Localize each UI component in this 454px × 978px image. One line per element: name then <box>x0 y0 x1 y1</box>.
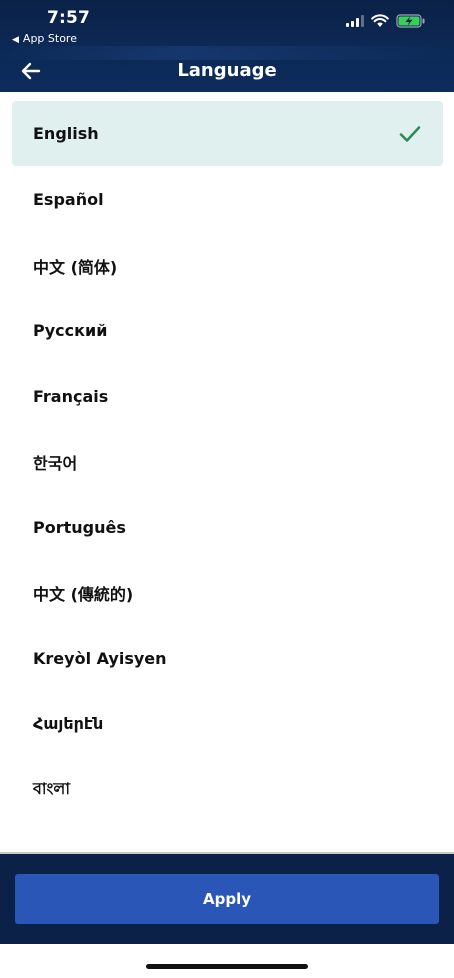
language-label: Español <box>33 190 104 209</box>
language-option-chinese-traditional[interactable]: 中文 (傳統的) <box>12 560 443 625</box>
cellular-signal-icon <box>346 15 364 27</box>
status-time: 7:57 <box>47 8 91 28</box>
back-to-app-link[interactable]: ◀ App Store <box>12 32 77 45</box>
wifi-icon <box>371 14 389 27</box>
language-label: 中文 (简体) <box>33 257 118 277</box>
footer-bar: Apply <box>0 852 454 944</box>
language-option-haitian-creole[interactable]: Kreyòl Ayisyen <box>12 626 443 691</box>
language-label: 中文 (傳統的) <box>33 584 134 604</box>
page-title: Language <box>177 60 277 81</box>
language-option-korean[interactable]: 한국어 <box>12 429 443 494</box>
language-option-russian[interactable]: Русский <box>12 298 443 363</box>
language-option-chinese-simplified[interactable]: 中文 (简体) <box>12 233 443 298</box>
language-label: 한국어 <box>33 453 78 473</box>
language-option-english[interactable]: English <box>12 101 443 166</box>
language-option-armenian[interactable]: Հայերէն <box>12 691 443 756</box>
language-label: Kreyòl Ayisyen <box>33 649 167 668</box>
apply-button[interactable]: Apply <box>15 874 439 924</box>
home-indicator <box>146 964 308 969</box>
language-option-bengali[interactable]: বাংলা <box>12 757 443 822</box>
language-label: Русский <box>33 321 108 340</box>
language-option-portuguese[interactable]: Português <box>12 495 443 560</box>
status-icons <box>346 12 426 30</box>
language-option-spanish[interactable]: Español <box>12 167 443 232</box>
language-label: Français <box>33 387 109 406</box>
language-label: বাংলা <box>33 779 70 798</box>
language-option-french[interactable]: Français <box>12 364 443 429</box>
back-to-app-label: App Store <box>22 32 77 45</box>
checkmark-icon <box>399 125 421 142</box>
language-label: Português <box>33 518 126 537</box>
battery-charging-icon <box>396 14 425 28</box>
triangle-left-icon: ◀ <box>12 35 19 45</box>
language-label: English <box>33 124 99 143</box>
app-header: 7:57 ◀ App Store Language <box>0 0 454 92</box>
language-label: Հայերէն <box>33 714 104 733</box>
